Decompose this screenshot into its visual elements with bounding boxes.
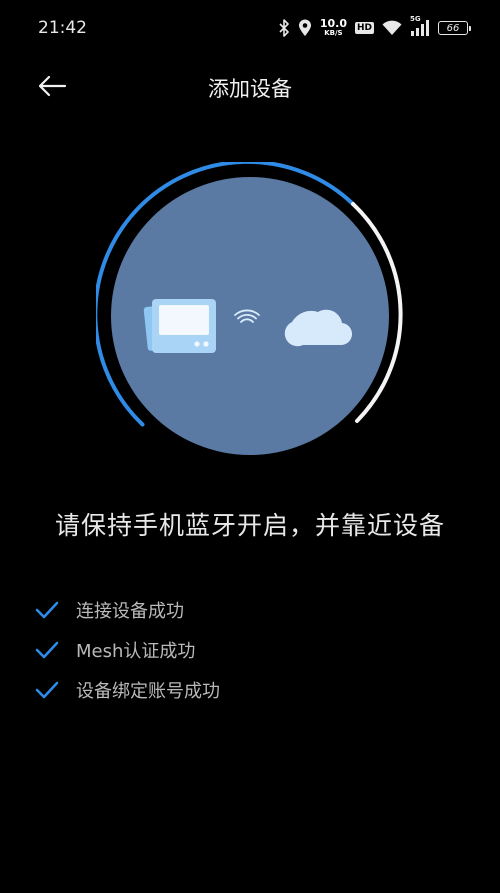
signal-type-label: 5G (410, 15, 421, 23)
step-item: 连接设备成功 (34, 590, 220, 630)
step-label: Mesh认证成功 (76, 641, 196, 662)
step-item: Mesh认证成功 (34, 630, 220, 670)
wifi-icon (382, 20, 402, 36)
checkmark-icon (34, 678, 60, 702)
cell-signal-icon: 5G (410, 15, 430, 36)
step-label: 设备绑定账号成功 (76, 681, 220, 702)
step-item: 设备绑定账号成功 (34, 670, 220, 710)
page-title: 添加设备 (208, 77, 292, 101)
step-label: 连接设备成功 (76, 601, 184, 622)
net-speed-value: 10.0 (319, 17, 347, 30)
location-icon (298, 19, 312, 37)
status-time: 21:42 (38, 18, 87, 38)
status-icons: 10.0 KB/S HD 5G 66 (278, 15, 471, 40)
net-speed-unit: KB/S (324, 29, 343, 37)
status-bar: 21:42 10.0 KB/S HD 5G 66 (0, 0, 500, 58)
gateway-device-icon (143, 299, 216, 353)
step-list: 连接设备成功 Mesh认证成功 设备绑定账号成功 (34, 590, 220, 710)
checkmark-icon (34, 598, 60, 622)
battery-level: 66 (446, 22, 460, 34)
battery-icon: 66 (438, 21, 471, 35)
net-speed: 10.0 KB/S (320, 18, 347, 38)
instruction-text: 请保持手机蓝牙开启，并靠近设备 (54, 511, 445, 540)
hd-badge: HD (354, 22, 374, 34)
checkmark-icon (34, 638, 60, 662)
bluetooth-icon (278, 19, 290, 37)
pairing-illustration (93, 159, 406, 472)
